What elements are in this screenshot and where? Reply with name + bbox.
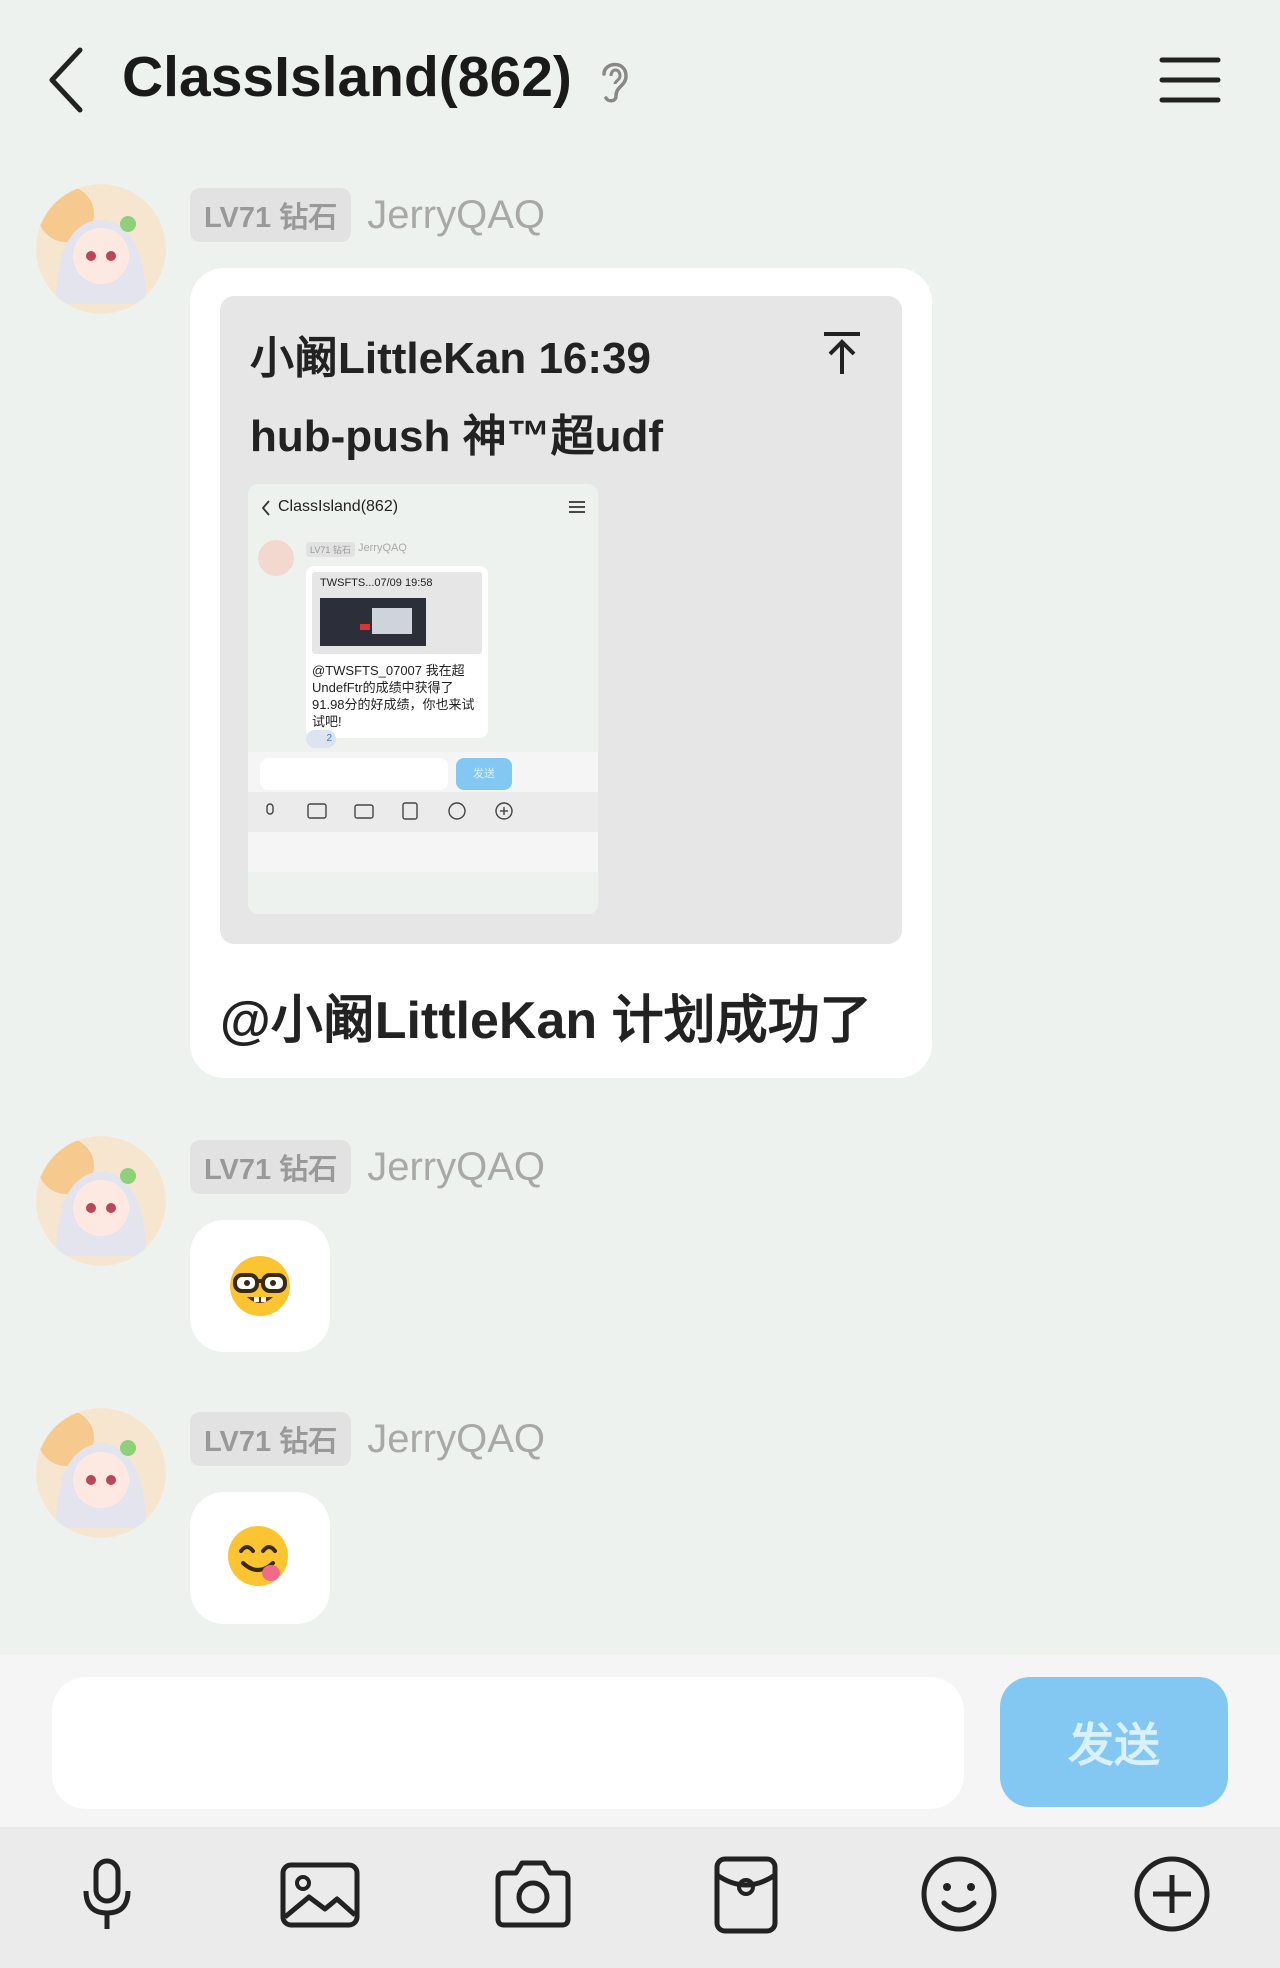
emoji-icon[interactable] (916, 1851, 1002, 1937)
toolbar (0, 1827, 1280, 1968)
ear-icon[interactable] (596, 56, 632, 106)
level-badge: LV71 钻石 (190, 1412, 352, 1466)
shot-text-line: 91.98分的好成绩，你也来试 (312, 697, 475, 712)
message-meta: LV71 钻石 JerryQAQ (190, 1412, 545, 1466)
nerd-face-emoji (230, 1256, 290, 1316)
shot-bubble: TWSFTS...07/09 19:58 @TWSFTS_07007 我在超 U… (306, 566, 488, 738)
username[interactable]: JerryQAQ (367, 1145, 545, 1190)
shot-username: JerryQAQ (358, 542, 407, 554)
message-text: @小阚LittleKan 计划成功了 (220, 992, 872, 1050)
level-badge: LV71 钻石 (190, 188, 352, 242)
shot-text-line: UndefFtr的成绩中获得了 (312, 680, 454, 695)
shot-reaction: 2 (306, 730, 336, 748)
plus-icon[interactable] (1129, 1851, 1215, 1937)
avatar[interactable] (36, 1408, 166, 1538)
shot-badge: LV71 钻石 (306, 542, 355, 557)
menu-icon[interactable] (1158, 52, 1222, 108)
shot-toolbar (248, 792, 598, 832)
message-bubble[interactable]: 小阚LittleKan 16:39 hub-push 神™超udf ClassI… (190, 268, 932, 1078)
shot-text-line: 试吧! (312, 714, 342, 729)
shot-avatar (258, 540, 294, 576)
shot-send: 发送 (456, 758, 512, 790)
shot-title: ClassIsland(862) (278, 498, 399, 515)
avatar[interactable] (36, 1136, 166, 1266)
microphone-icon[interactable] (64, 1851, 150, 1937)
quoted-screenshot[interactable]: ClassIsland(862) LV71 钻石 JerryQAQ TWSFTS… (248, 484, 598, 914)
message-input[interactable] (52, 1677, 964, 1809)
yum-face-emoji (228, 1526, 288, 1586)
send-button[interactable]: 发送 (1000, 1677, 1228, 1807)
message-bubble[interactable] (190, 1492, 330, 1624)
message-meta: LV71 钻石 JerryQAQ (190, 188, 545, 242)
message-bubble[interactable] (190, 1220, 330, 1352)
chat-title: ClassIsland(862) (122, 45, 572, 109)
jump-up-icon[interactable] (820, 330, 864, 378)
camera-icon[interactable] (490, 1851, 576, 1937)
avatar[interactable] (36, 184, 166, 314)
red-packet-icon[interactable] (703, 1851, 789, 1937)
back-chevron-icon[interactable] (40, 40, 100, 120)
shot-text-line: @TWSFTS_07007 我在超 (312, 663, 465, 678)
reply-quote[interactable]: 小阚LittleKan 16:39 hub-push 神™超udf ClassI… (220, 296, 902, 944)
shot-quote-head: TWSFTS...07/09 19:58 (320, 577, 433, 589)
header: ClassIsland(862) (0, 0, 1280, 165)
shot-thumbnail (320, 598, 426, 646)
username[interactable]: JerryQAQ (367, 1417, 545, 1462)
username[interactable]: JerryQAQ (367, 193, 545, 238)
reply-author-time: 小阚LittleKan 16:39 (250, 334, 651, 383)
input-bar: 发送 (0, 1655, 1280, 1827)
level-badge: LV71 钻石 (190, 1140, 352, 1194)
message-meta: LV71 钻石 JerryQAQ (190, 1140, 545, 1194)
image-icon[interactable] (277, 1851, 363, 1937)
reply-quoted-text: hub-push 神™超udf (250, 412, 664, 461)
